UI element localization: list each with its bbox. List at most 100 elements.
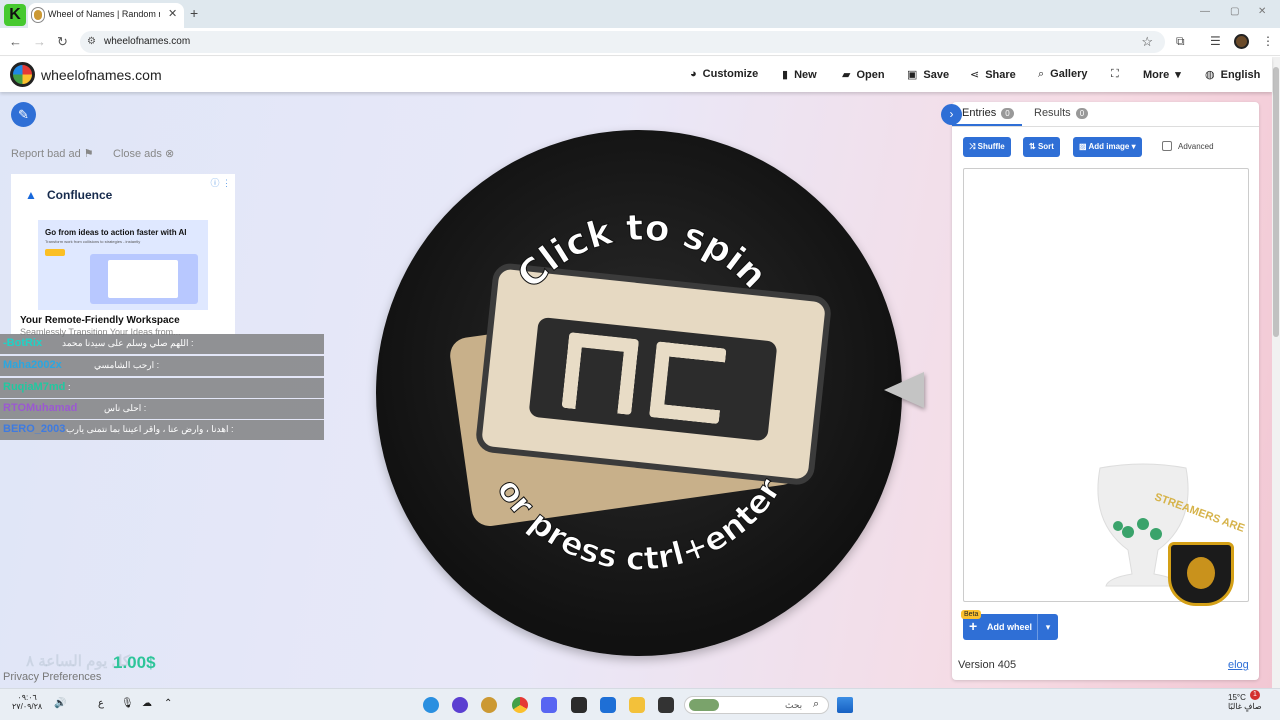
messenger-icon[interactable] xyxy=(423,697,439,713)
gallery-button[interactable]: ⌕ Gallery xyxy=(1038,68,1087,81)
chat-message: BERO_2003 اهدنا ، وارض عنا ، واقر اعيننا… xyxy=(0,420,324,440)
minimize-icon[interactable]: — xyxy=(1200,6,1210,17)
address-bar[interactable]: ⚙ wheelofnames.com ☆ xyxy=(80,31,1165,53)
new-button[interactable]: ▮ New xyxy=(782,68,817,81)
results-label: Results xyxy=(1034,107,1071,119)
save-button[interactable]: ▣ Save xyxy=(907,68,949,81)
chat-text: : xyxy=(68,382,71,392)
report-label: Report bad ad xyxy=(11,148,81,160)
back-icon[interactable]: ← xyxy=(9,34,22,49)
language-button[interactable]: ◍ English xyxy=(1205,68,1260,81)
taskbar-search[interactable]: بحث ⌕ xyxy=(684,696,829,714)
ad-image-panel xyxy=(108,260,178,298)
language-label: English xyxy=(1220,69,1261,81)
search-highlight-image xyxy=(689,699,719,711)
new-tab-button[interactable]: + xyxy=(190,5,198,21)
store-icon[interactable] xyxy=(600,697,616,713)
discord-icon[interactable] xyxy=(541,697,557,713)
kick-logo-icon[interactable]: K xyxy=(4,4,26,26)
chat-username: BERO_2003 xyxy=(3,423,66,435)
ad-card[interactable]: ▲ Confluence ⓘ ⋮ Go from ideas to action… xyxy=(11,174,235,337)
obs-icon[interactable] xyxy=(481,697,497,713)
more-button[interactable]: More ▾ xyxy=(1143,68,1181,81)
new-label: New xyxy=(794,69,817,81)
save-icon: ▣ xyxy=(907,69,918,81)
clock[interactable]: ٠٩:٠٦ ٢٧/٠٩/٢٨ xyxy=(12,693,42,711)
notification-badge: 1 xyxy=(1250,690,1260,700)
flag-icon: ⚑ xyxy=(83,148,94,160)
forward-icon[interactable]: → xyxy=(33,34,46,49)
tab-results[interactable]: Results 0 xyxy=(1034,107,1089,119)
app-icon[interactable] xyxy=(452,697,468,713)
plus-icon: + xyxy=(969,618,978,634)
shuffle-label: Shuffle xyxy=(977,142,1005,151)
file-explorer-icon[interactable] xyxy=(629,697,645,713)
chat-message: Maha2002x ارحب الشامسي : xyxy=(0,356,324,376)
site-logo-icon[interactable] xyxy=(10,62,35,87)
site-info-icon[interactable]: ⚙ xyxy=(87,36,96,47)
customize-button[interactable]: ◕ Customize xyxy=(690,68,758,80)
add-image-label: Add image xyxy=(1088,142,1130,151)
language-indicator[interactable]: ع xyxy=(98,698,104,709)
add-image-button[interactable]: ▨ Add image ▾ xyxy=(1073,137,1142,157)
open-button[interactable]: ▰ Open xyxy=(842,68,885,81)
report-bad-ad-link[interactable]: Report bad ad ⚑ xyxy=(11,147,94,160)
task-view-icon[interactable] xyxy=(658,697,674,713)
weather-desc: صافٍ غالبًا xyxy=(1228,702,1262,711)
ad-brand: Confluence xyxy=(47,188,113,202)
chrome-icon[interactable] xyxy=(512,697,528,713)
clock-date: ٢٧/٠٩/٢٨ xyxy=(12,702,43,711)
profile-avatar[interactable] xyxy=(1234,34,1249,49)
ad-image-title: Go from ideas to action faster with AI xyxy=(45,228,187,237)
browser-menu-icon[interactable]: ⋮ xyxy=(1262,34,1274,48)
tab-close-icon[interactable]: ✕ xyxy=(168,7,177,20)
sort-icon: ⇅ xyxy=(1029,142,1038,151)
customize-label: Customize xyxy=(702,68,759,80)
chevron-up-icon[interactable]: ⌃ xyxy=(164,698,172,709)
collapse-panel-chevron-icon[interactable]: › xyxy=(941,104,962,125)
chevron-down-icon[interactable]: ▾ xyxy=(1037,614,1058,640)
shuffle-icon: ⤨ xyxy=(969,142,978,151)
chat-text: اهدنا ، وارض عنا ، واقر اعيننا بما نتمنى… xyxy=(66,424,234,434)
cloud-icon[interactable]: ☁ xyxy=(142,698,152,709)
reading-list-icon[interactable]: ☰ xyxy=(1210,34,1221,48)
entries-label: Entries xyxy=(962,107,997,119)
windows-start-icon[interactable] xyxy=(837,697,853,713)
ad-info-icon[interactable]: ⓘ ⋮ xyxy=(210,176,231,189)
close-window-icon[interactable]: ✕ xyxy=(1258,6,1266,17)
browser-toolbar: ← → ↻ ⚙ wheelofnames.com ☆ ⧉ ☰ ⋮ xyxy=(0,28,1280,56)
scroll-thumb[interactable] xyxy=(1273,67,1279,337)
reload-icon[interactable]: ↻ xyxy=(57,34,68,50)
advanced-checkbox[interactable] xyxy=(1162,141,1172,151)
speaker-icon[interactable]: 🔊 xyxy=(54,698,66,709)
folder-icon: ▰ xyxy=(842,69,851,81)
chat-username: RTOMuhamad xyxy=(3,402,78,414)
chat-message: -BotRix اللهم صلي وسلم على سيدنا محمد : xyxy=(0,334,324,354)
share-button[interactable]: ⋖ Share xyxy=(970,68,1016,81)
ad-image: Go from ideas to action faster with AI T… xyxy=(38,220,208,310)
sort-button[interactable]: ⇅ Sort xyxy=(1023,137,1060,157)
maximize-icon[interactable]: ▢ xyxy=(1230,6,1239,17)
add-wheel-label: Add wheel xyxy=(987,622,1033,632)
tab-entries[interactable]: Entries 0 xyxy=(962,107,1014,119)
browser-tab[interactable]: Wheel of Names | Random nam ✕ xyxy=(28,3,184,28)
chat-username: RuqiaM7md xyxy=(3,381,66,393)
chat-text: احلى ناس : xyxy=(104,403,147,413)
search-placeholder: بحث xyxy=(785,700,803,710)
bookmark-star-icon[interactable]: ☆ xyxy=(1141,34,1153,50)
edit-pencil-icon[interactable]: ✎ xyxy=(11,102,36,127)
site-name[interactable]: wheelofnames.com xyxy=(41,67,162,83)
fullscreen-button[interactable]: ⛶ xyxy=(1111,68,1125,81)
ctrl-enter-text: or press ctrl+enter xyxy=(490,471,789,578)
privacy-preferences-link[interactable]: Privacy Preferences xyxy=(3,671,101,683)
microphone-icon[interactable]: 🎙 xyxy=(121,698,134,709)
ad-image-subtitle: Transform work from collisions to strate… xyxy=(45,239,141,244)
changelog-link[interactable]: elog xyxy=(1228,659,1249,671)
page-scrollbar[interactable] xyxy=(1272,57,1280,688)
close-ads-link[interactable]: Close ads ⊗ xyxy=(113,147,174,160)
extensions-icon[interactable]: ⧉ xyxy=(1176,34,1185,49)
capcut-icon[interactable] xyxy=(571,697,587,713)
shuffle-button[interactable]: ⤨ Shuffle xyxy=(963,137,1011,157)
spin-wheel[interactable]: Click to spin or press ctrl+enter xyxy=(376,130,902,656)
more-label: More xyxy=(1143,69,1170,81)
